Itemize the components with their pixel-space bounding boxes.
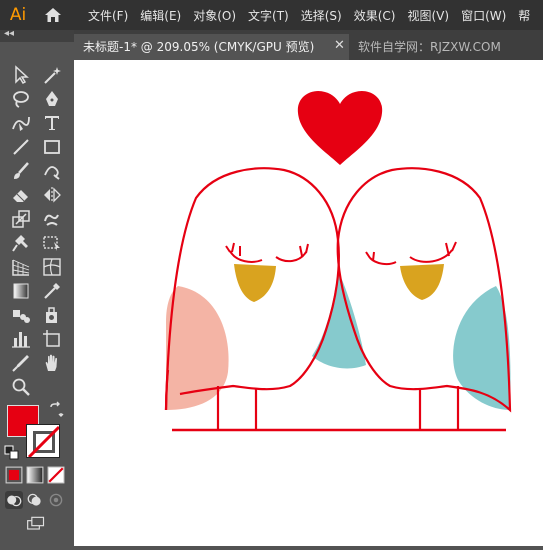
- menu-help[interactable]: 帮: [518, 7, 538, 24]
- blend-tool-icon[interactable]: [9, 303, 33, 327]
- artboard-canvas[interactable]: [74, 60, 543, 546]
- perspective-grid-tool-icon[interactable]: [9, 255, 33, 279]
- paintbrush-tool-icon[interactable]: [9, 159, 33, 183]
- left-bird-eye-right: [275, 243, 309, 263]
- shaper-tool-icon[interactable]: [40, 159, 64, 183]
- menu-object[interactable]: 对象(O): [193, 7, 244, 24]
- zoom-tool-icon[interactable]: [9, 375, 33, 399]
- curvature-tool-icon[interactable]: [9, 111, 33, 135]
- draw-normal-icon[interactable]: [5, 491, 23, 509]
- none-mode-icon[interactable]: [47, 466, 65, 484]
- mesh-tool-icon[interactable]: [40, 255, 64, 279]
- eraser-tool-icon[interactable]: [9, 183, 33, 207]
- close-icon[interactable]: ✕: [334, 38, 345, 53]
- menu-effect[interactable]: 效果(C): [354, 7, 404, 24]
- hand-tool-icon[interactable]: [40, 351, 64, 375]
- menu-type[interactable]: 文字(T): [248, 7, 297, 24]
- stroke-swatch[interactable]: [26, 424, 60, 458]
- right-bird-eye-left: [365, 251, 397, 266]
- gradient-mode-icon[interactable]: [26, 466, 44, 484]
- heart-shape: [297, 90, 383, 165]
- type-tool-icon[interactable]: [40, 111, 64, 135]
- menu-select[interactable]: 选择(S): [301, 7, 350, 24]
- draw-inside-icon[interactable]: [47, 491, 65, 509]
- menu-edit[interactable]: 编辑(E): [140, 7, 189, 24]
- right-bird-wing: [453, 286, 511, 410]
- artboard-tool-icon[interactable]: [40, 327, 64, 351]
- tab-untitled-1[interactable]: 未标题-1* @ 209.05% (CMYK/GPU 预览): [74, 34, 349, 60]
- left-bird-eye-left: [225, 242, 263, 263]
- draw-behind-icon[interactable]: [26, 491, 44, 509]
- menu-file[interactable]: 文件(F): [88, 7, 136, 24]
- selection-tool-icon[interactable]: [9, 63, 33, 87]
- default-colors-icon[interactable]: [4, 445, 20, 461]
- right-bird-beak: [400, 264, 444, 300]
- collapse-icon[interactable]: ◂◂: [4, 28, 14, 39]
- left-bird-wing: [312, 270, 366, 369]
- gradient-tool-icon[interactable]: [9, 279, 33, 303]
- right-bird-eye-right: [409, 241, 457, 263]
- left-bird-beak: [234, 264, 276, 302]
- live-paint-bucket-icon[interactable]: [40, 303, 64, 327]
- document-tab-bar: 未标题-1* @ 209.05% (CMYK/GPU 预览) ✕ 软件自学网：R…: [74, 30, 543, 60]
- slice-tool-icon[interactable]: [9, 351, 33, 375]
- warp-tool-icon[interactable]: [40, 207, 64, 231]
- lasso-tool-icon[interactable]: [9, 87, 33, 111]
- menu-window[interactable]: 窗口(W): [461, 7, 514, 24]
- reflect-tool-icon[interactable]: [40, 183, 64, 207]
- column-graph-tool-icon[interactable]: [9, 327, 33, 351]
- free-transform-tool-icon[interactable]: [40, 231, 64, 255]
- swap-fill-stroke-icon[interactable]: [48, 401, 64, 418]
- panel-grip[interactable]: ◂◂: [0, 28, 74, 42]
- eyedropper-tool-icon[interactable]: [40, 279, 64, 303]
- pen-tool-icon[interactable]: [40, 87, 64, 111]
- magic-wand-tool-icon[interactable]: [40, 63, 64, 87]
- tools-panel: ◂◂: [0, 28, 74, 546]
- home-icon[interactable]: [36, 0, 70, 30]
- app-logo: Ai: [9, 5, 27, 25]
- line-tool-icon[interactable]: [9, 135, 33, 159]
- scale-tool-icon[interactable]: [9, 207, 33, 231]
- rectangle-tool-icon[interactable]: [40, 135, 64, 159]
- menu-view[interactable]: 视图(V): [407, 7, 457, 24]
- puppet-warp-tool-icon[interactable]: [9, 231, 33, 255]
- artwork: [164, 90, 512, 432]
- tab-rjzxw[interactable]: 软件自学网：RJZXW.COM: [358, 34, 501, 60]
- menu-bar: Ai 文件(F) 编辑(E) 对象(O) 文字(T) 选择(S) 效果(C) 视…: [0, 0, 543, 30]
- color-mode-icon[interactable]: [5, 466, 23, 484]
- tab-title: 未标题-1* @ 209.05% (CMYK/GPU 预览): [83, 40, 315, 54]
- screen-mode-icon[interactable]: [24, 514, 48, 534]
